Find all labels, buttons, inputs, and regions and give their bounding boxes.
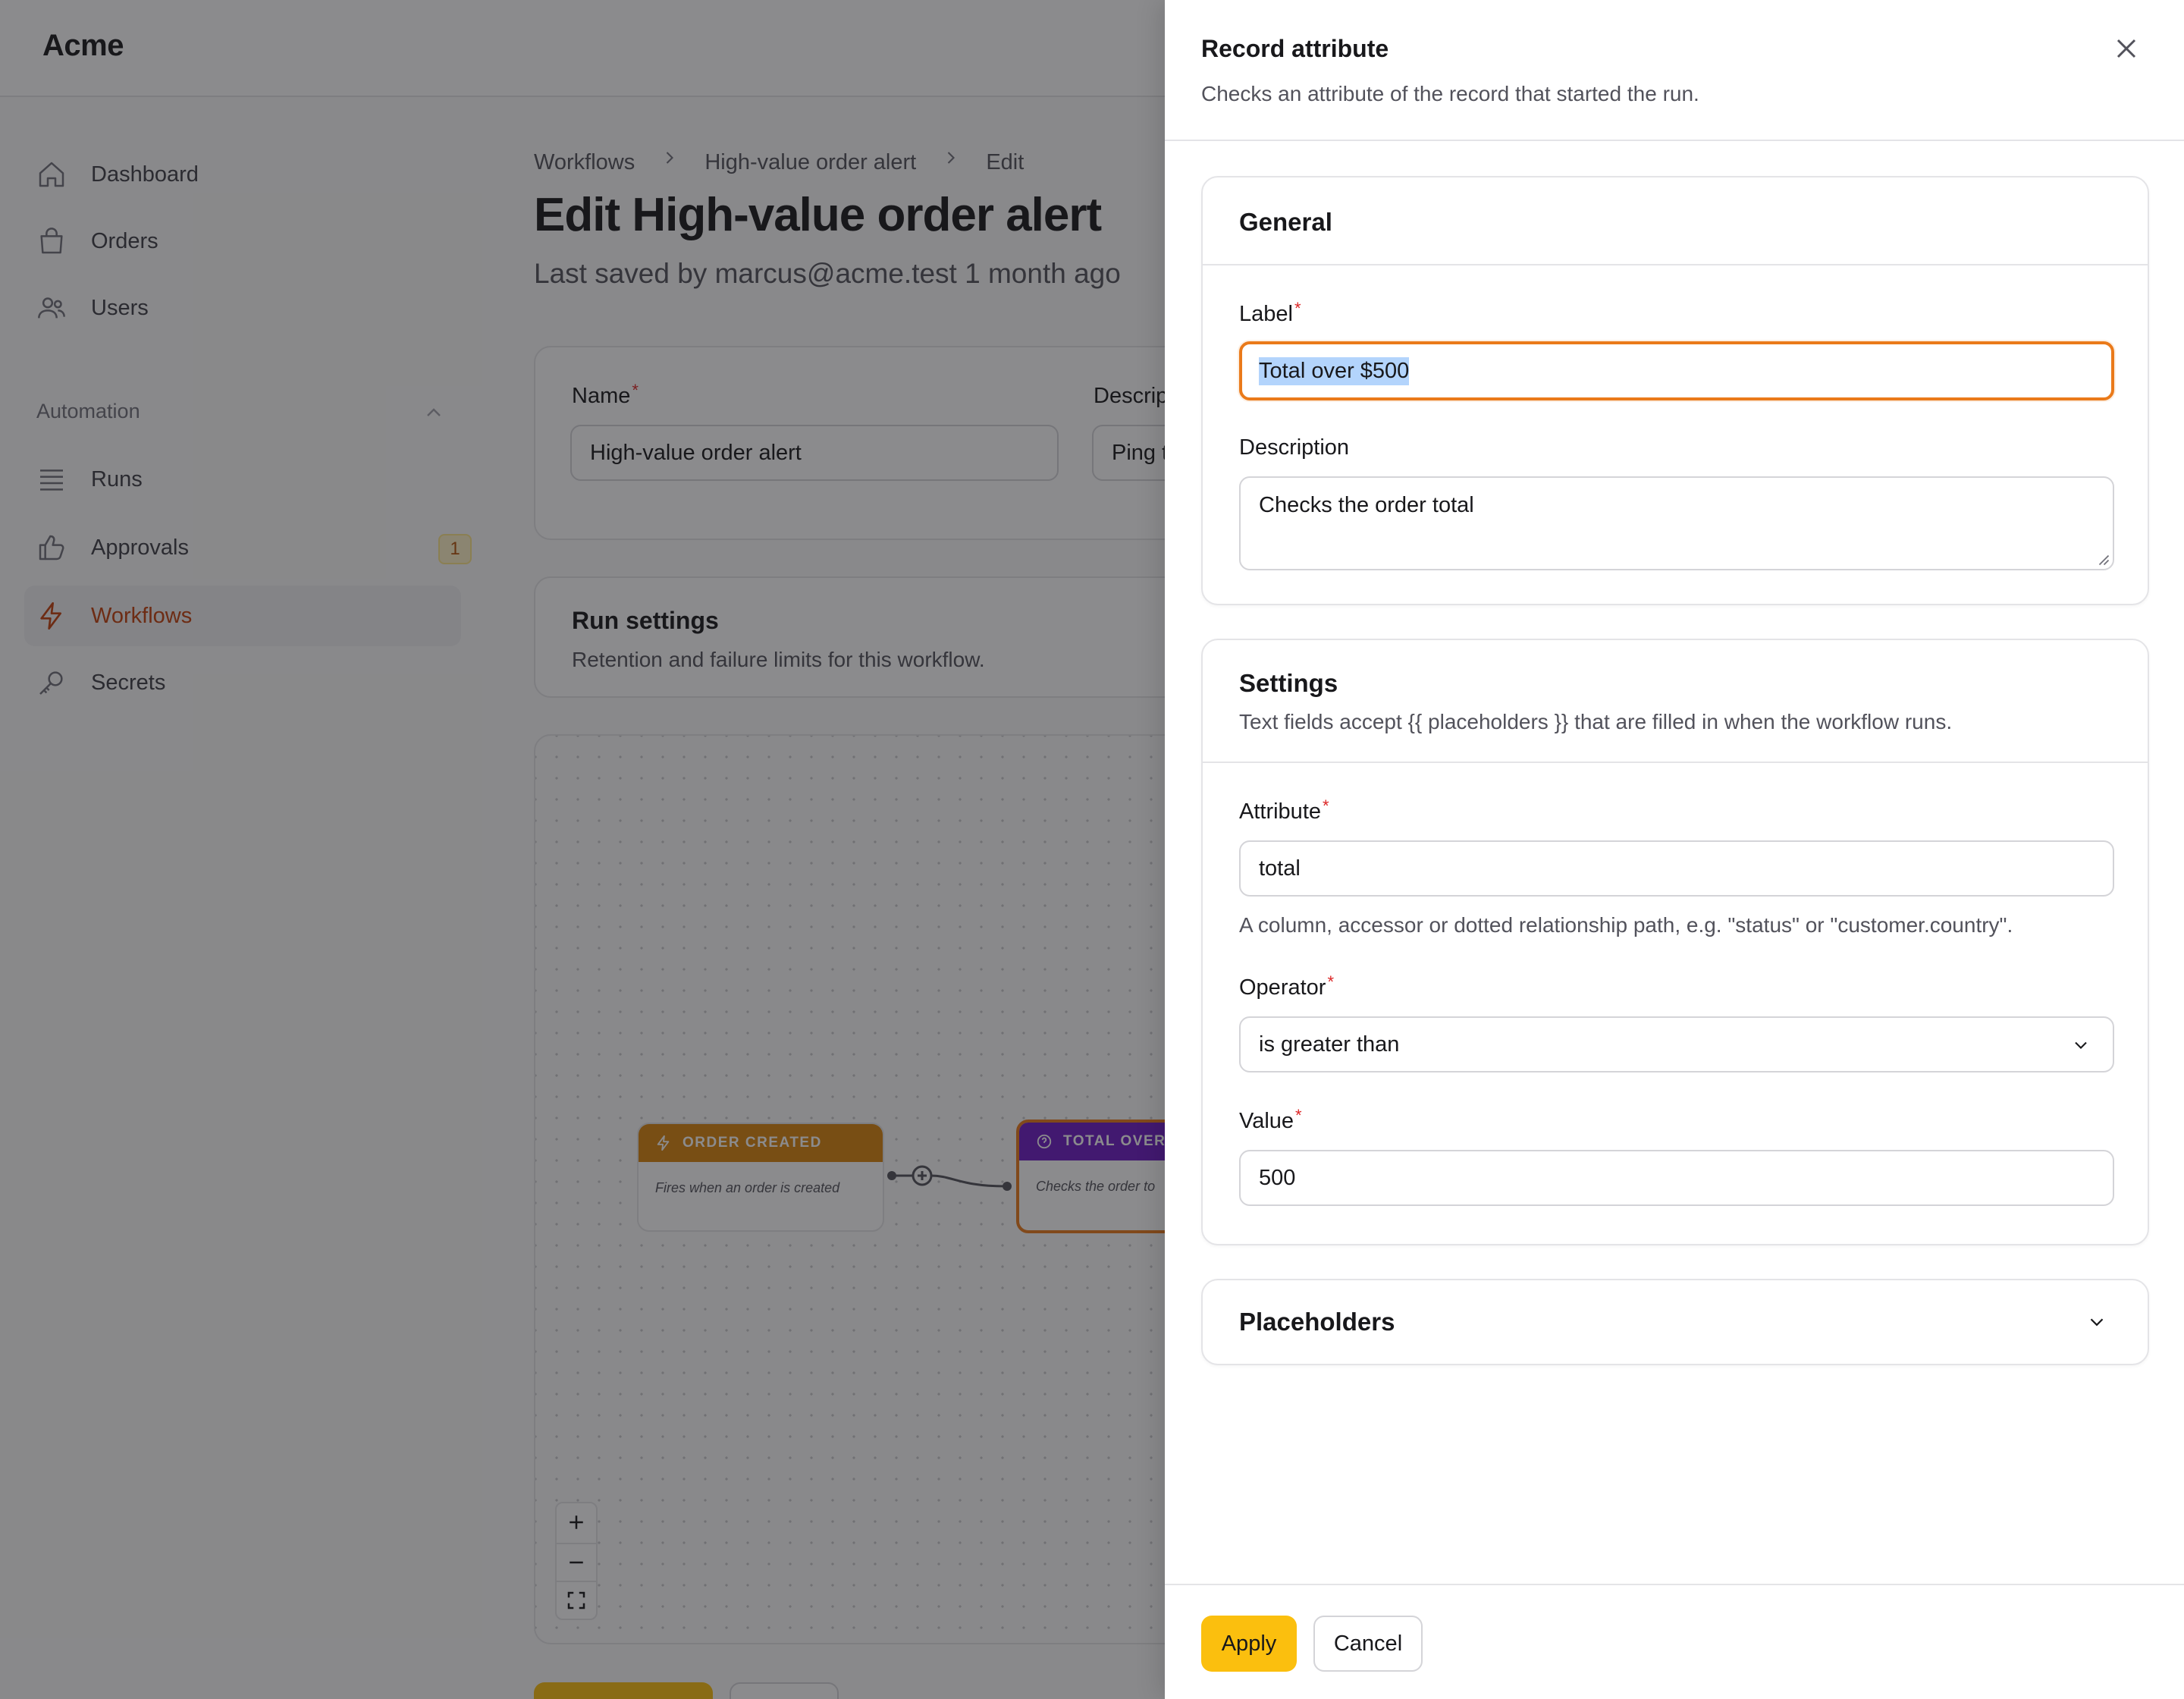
operator-field-label: Operator* [1239, 972, 1335, 1000]
label-field-label: Label* [1239, 299, 1301, 326]
label-input[interactable]: Total over $500 [1239, 341, 2114, 400]
value-input[interactable]: 500 [1239, 1150, 2114, 1206]
panel-title: Record attribute [1201, 35, 1389, 62]
selected-text: Total over $500 [1259, 356, 1410, 385]
close-button[interactable] [2110, 32, 2143, 65]
panel-footer: Apply Cancel [1165, 1584, 2184, 1699]
section-title: Settings [1239, 669, 1338, 697]
section-title: Placeholders [1239, 1308, 1395, 1336]
section-divider [1203, 264, 2148, 265]
close-icon [2117, 39, 2136, 58]
operator-select[interactable]: is greater than [1239, 1016, 2114, 1072]
description-field-label: Description [1239, 435, 1350, 460]
chevron-down-icon[interactable] [2085, 1311, 2108, 1333]
select-value: is greater than [1259, 1032, 1400, 1057]
section-description: Text fields accept {{ placeholders }} th… [1239, 710, 1953, 733]
placeholders-section[interactable]: Placeholders [1201, 1279, 2149, 1365]
panel-subtitle: Checks an attribute of the record that s… [1201, 82, 1699, 105]
resize-handle-icon[interactable] [2096, 552, 2110, 566]
attribute-field-label: Attribute* [1239, 796, 1329, 824]
section-divider [1203, 762, 2148, 763]
general-section: General Label* Total over $500 Descripti… [1201, 176, 2149, 605]
attribute-input[interactable]: total [1239, 840, 2114, 897]
attribute-hint: A column, accessor or dotted relationshi… [1239, 913, 2013, 937]
panel-header: Record attribute Checks an attribute of … [1165, 0, 2184, 141]
value-field-label: Value* [1239, 1106, 1302, 1133]
textarea-value: Checks the order total [1259, 493, 1474, 517]
chevron-down-icon [2075, 1041, 2087, 1049]
cancel-button[interactable]: Cancel [1313, 1616, 1423, 1672]
record-attribute-panel: Record attribute Checks an attribute of … [1165, 0, 2184, 1699]
apply-button[interactable]: Apply [1201, 1616, 1297, 1672]
section-title: General [1239, 208, 1332, 236]
description-textarea[interactable]: Checks the order total [1239, 476, 2114, 570]
settings-section: Settings Text fields accept {{ placehold… [1201, 639, 2149, 1245]
